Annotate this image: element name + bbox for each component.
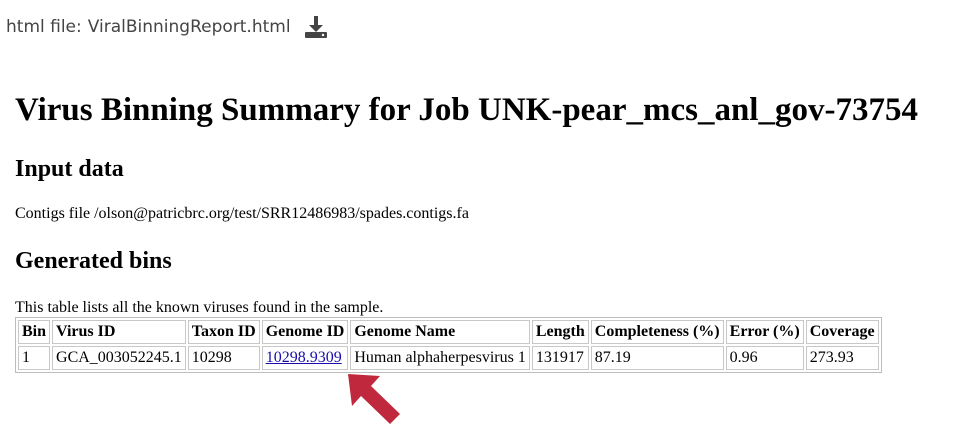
cell-bin: 1: [18, 346, 51, 370]
file-name: ViralBinningReport.html: [87, 17, 291, 37]
page-title: Virus Binning Summary for Job UNK-pear_m…: [15, 92, 918, 128]
input-data-heading: Input data: [15, 156, 124, 182]
bins-table: Bin Virus ID Taxon ID Genome ID Genome N…: [15, 317, 882, 373]
file-label: html file:: [6, 17, 82, 37]
header-virus-id: Virus ID: [52, 320, 186, 344]
header-length: Length: [531, 320, 589, 344]
table-header-row: Bin Virus ID Taxon ID Genome ID Genome N…: [18, 320, 879, 344]
cell-taxon-id: 10298: [187, 346, 260, 370]
genome-id-link[interactable]: 10298.9309: [266, 349, 342, 366]
cell-length: 131917: [531, 346, 589, 370]
header-taxon-id: Taxon ID: [187, 320, 260, 344]
download-icon[interactable]: [303, 14, 329, 40]
table-description: This table lists all the known viruses f…: [15, 299, 384, 316]
table-row: 1 GCA_003052245.1 10298 10298.9309 Human…: [18, 346, 879, 370]
header-bin: Bin: [18, 320, 51, 344]
contigs-file-text: Contigs file /olson@patricbrc.org/test/S…: [15, 205, 469, 222]
header-error: Error (%): [725, 320, 804, 344]
cell-genome-name: Human alphaherpesvirus 1: [350, 346, 530, 370]
cell-coverage: 273.93: [805, 346, 879, 370]
header-genome-id: Genome ID: [261, 320, 349, 344]
cell-completeness: 87.19: [590, 346, 724, 370]
cell-error: 0.96: [725, 346, 804, 370]
generated-bins-heading: Generated bins: [15, 248, 172, 274]
file-bar: html file: ViralBinningReport.html: [6, 14, 329, 40]
arrow-pointer-icon: [348, 374, 400, 424]
header-genome-name: Genome Name: [350, 320, 530, 344]
header-coverage: Coverage: [805, 320, 879, 344]
header-completeness: Completeness (%): [590, 320, 724, 344]
cell-virus-id: GCA_003052245.1: [52, 346, 186, 370]
cell-genome-id: 10298.9309: [261, 346, 349, 370]
